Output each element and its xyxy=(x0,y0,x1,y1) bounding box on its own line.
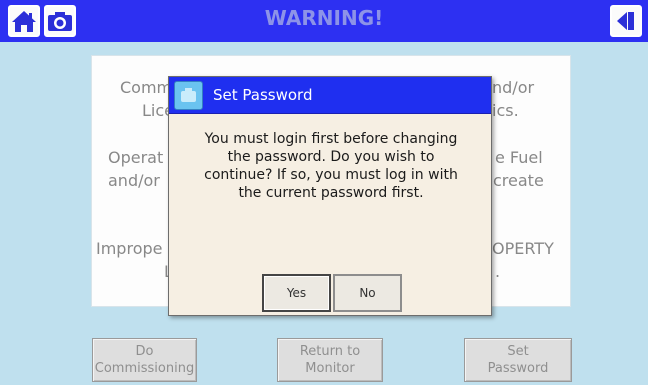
button-label-line1: Do xyxy=(135,344,154,359)
do-commissioning-button[interactable]: Do Commissioning xyxy=(92,338,197,382)
button-label-line2: Commissioning xyxy=(94,361,195,376)
set-password-button[interactable]: Set Password xyxy=(464,338,572,382)
warning-text: OPERTY xyxy=(492,239,554,258)
dialog-message-line: continue? If so, you must log in with xyxy=(204,167,458,183)
yes-button[interactable]: Yes xyxy=(262,274,331,312)
return-to-monitor-button[interactable]: Return to Monitor xyxy=(277,338,383,382)
button-label-line2: Password xyxy=(487,361,549,376)
warning-text: Comm xyxy=(120,78,173,97)
back-arrow-icon xyxy=(617,12,634,30)
set-password-dialog: Set Password You must login first before… xyxy=(168,76,492,316)
warning-text: ics. xyxy=(492,101,519,120)
page-title: WARNING! xyxy=(264,6,384,30)
top-bar: WARNING! xyxy=(0,0,648,42)
warning-text: Imprope xyxy=(96,239,163,258)
warning-text: and/or xyxy=(108,171,160,190)
dialog-title-bar: Set Password xyxy=(169,77,491,114)
dialog-title: Set Password xyxy=(213,86,313,104)
warning-text: e Fuel xyxy=(495,148,543,167)
dialog-message-line: the password. Do you wish to xyxy=(227,149,435,165)
dialog-app-icon xyxy=(174,81,203,110)
no-button[interactable]: No xyxy=(333,274,402,312)
button-label-line1: Return to xyxy=(299,344,361,359)
warning-text: Operat xyxy=(108,148,164,167)
button-label-line2: Monitor xyxy=(305,361,355,376)
warning-text: . xyxy=(495,262,501,281)
warning-text: nd/or xyxy=(492,78,535,97)
dialog-message: You must login first before changing the… xyxy=(181,130,481,202)
back-button[interactable] xyxy=(610,5,642,37)
dialog-message-line: You must login first before changing xyxy=(204,131,458,147)
warning-text: create xyxy=(493,171,544,190)
button-label-line1: Set xyxy=(507,344,529,359)
dialog-message-line: the current password first. xyxy=(238,185,424,201)
